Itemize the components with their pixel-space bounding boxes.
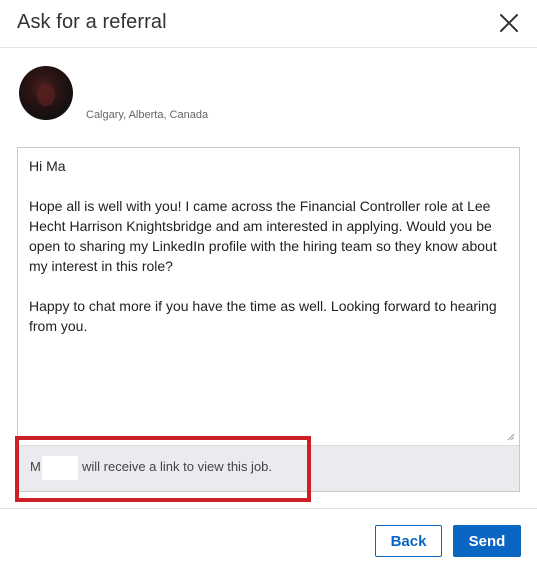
- notice-text: will receive a link to view this job.: [82, 459, 273, 474]
- notice-recipient-initial: M: [30, 459, 41, 474]
- referral-notice: M will receive a link to view this job.: [18, 445, 519, 491]
- referral-dialog: Ask for a referral Calgary, Alberta, Can…: [0, 0, 537, 571]
- dialog-title: Ask for a referral: [17, 11, 167, 33]
- avatar: [19, 66, 73, 120]
- send-button[interactable]: Send: [453, 525, 521, 557]
- recipient-location: Calgary, Alberta, Canada: [86, 109, 209, 121]
- back-button[interactable]: Back: [375, 525, 442, 557]
- resize-handle-icon[interactable]: [507, 433, 515, 441]
- avatar-image: [37, 84, 55, 106]
- dialog-header: Ask for a referral: [0, 0, 537, 48]
- footer-divider: [0, 508, 537, 509]
- message-textarea[interactable]: Hi Ma Hope all is well with you! I came …: [18, 148, 519, 445]
- close-button[interactable]: [494, 8, 524, 38]
- recipient-profile: Calgary, Alberta, Canada: [0, 66, 537, 128]
- close-icon: [500, 14, 518, 32]
- message-container: Hi Ma Hope all is well with you! I came …: [17, 147, 520, 492]
- redacted-name: [42, 456, 78, 480]
